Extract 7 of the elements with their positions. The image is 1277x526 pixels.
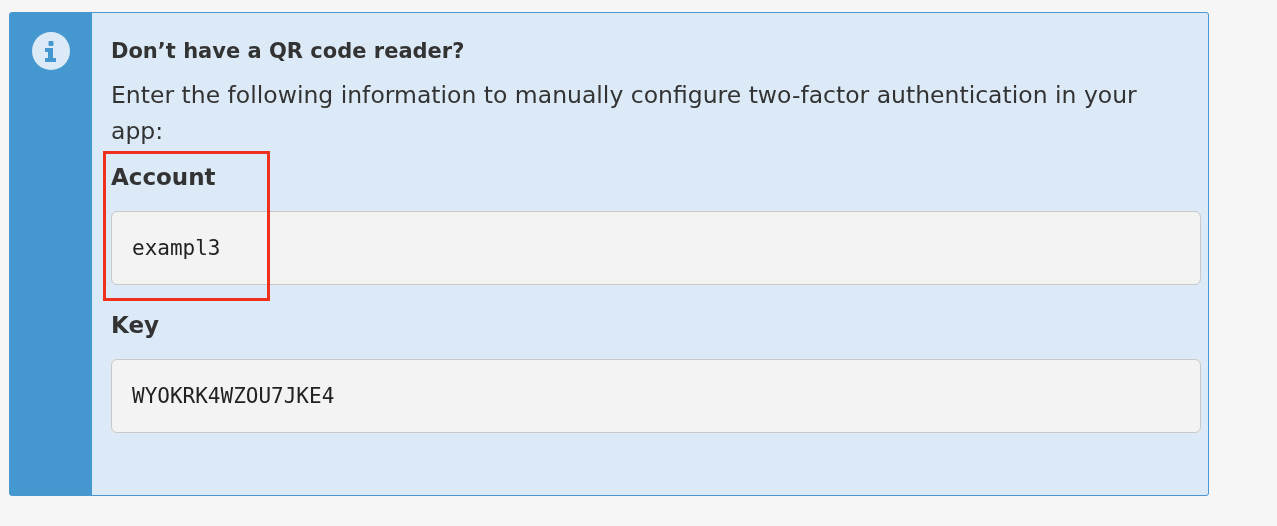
info-icon [32, 32, 70, 70]
notice-text: Enter the following information to manually configure two-factor authentication in your app: [111, 80, 1138, 147]
notice-title: Don’t have a QR code reader? [111, 38, 466, 65]
input-field[interactable]: WYOKRK4WZOU7JKE4 [111, 359, 1201, 433]
field-label: Account [111, 163, 216, 192]
input-field[interactable]: exampl3 [111, 211, 1201, 285]
field-label: Key [111, 311, 159, 340]
